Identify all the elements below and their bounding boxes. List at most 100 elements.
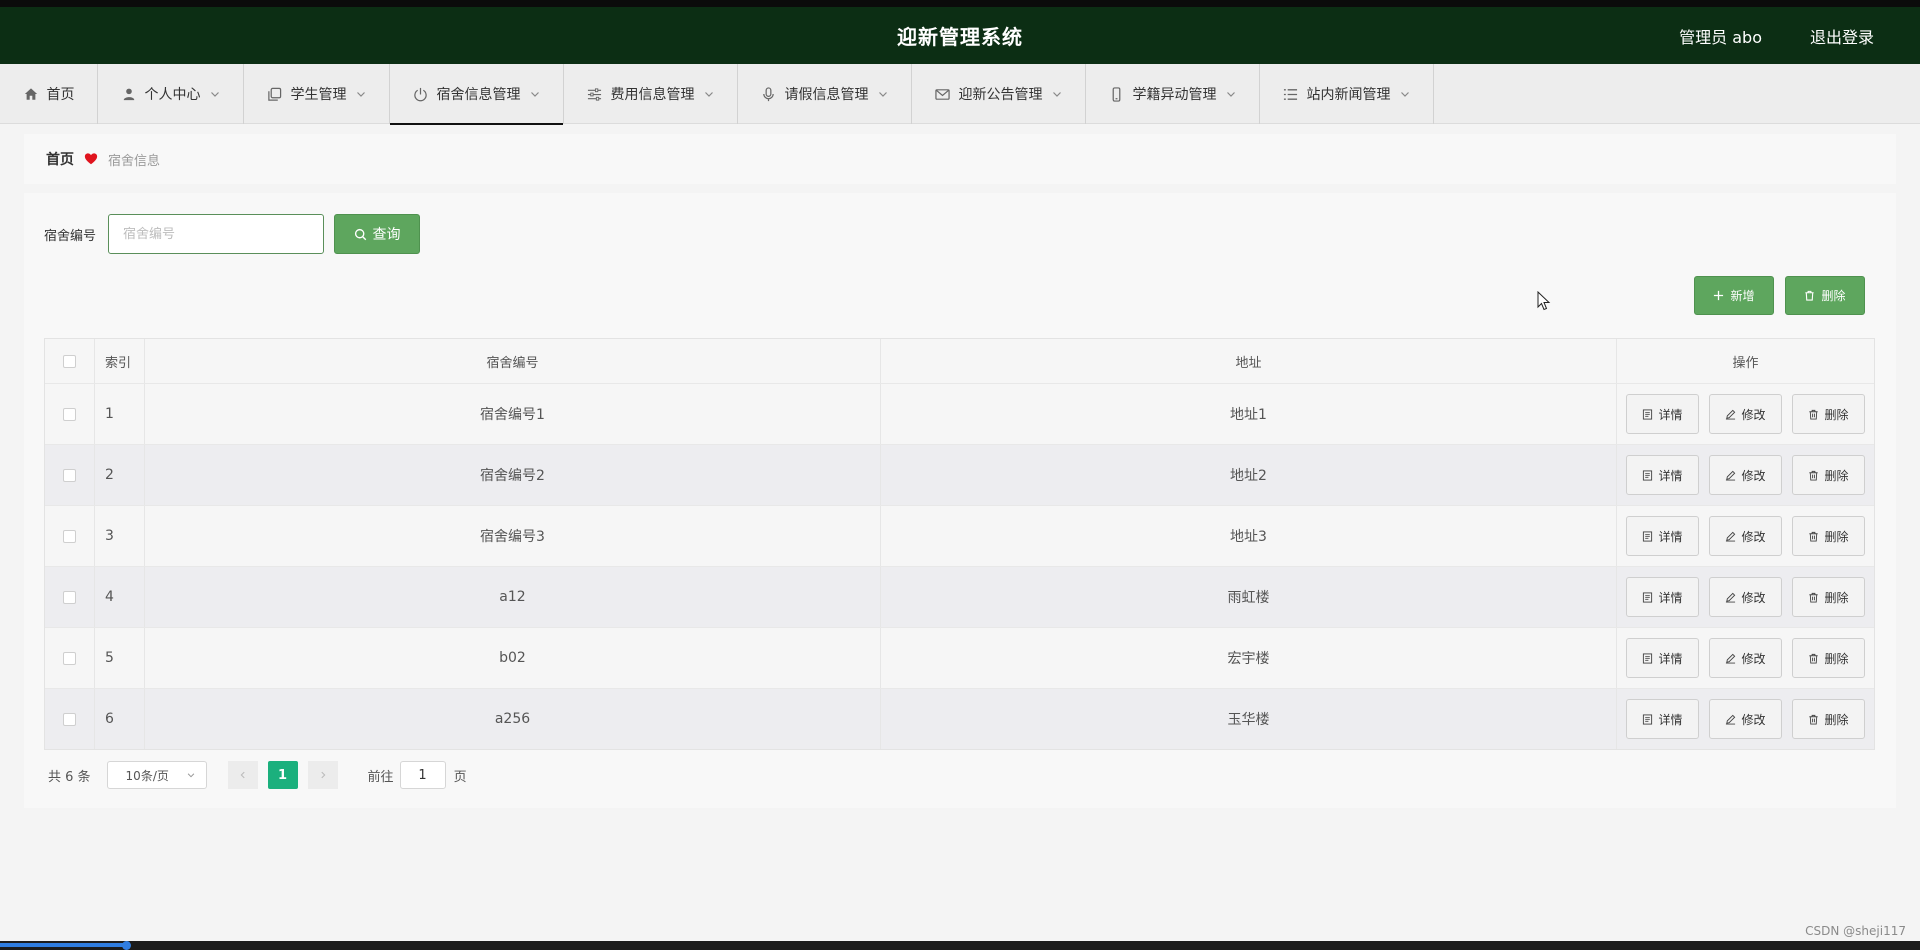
delete-button-label: 删除	[1824, 590, 1849, 605]
row-checkbox[interactable]	[63, 590, 76, 604]
nav-item-news[interactable]: 站内新闻管理	[1260, 64, 1434, 124]
delete-button[interactable]: 删除	[1792, 638, 1865, 678]
row-checkbox[interactable]	[63, 468, 76, 482]
goto-page-input[interactable]	[399, 761, 446, 789]
edit-button-label: 修改	[1741, 590, 1766, 605]
next-page-button[interactable]	[307, 761, 338, 789]
row-checkbox[interactable]	[63, 407, 76, 421]
row-address: 雨虹楼	[881, 567, 1617, 627]
row-index: 6	[95, 689, 145, 749]
column-header-ops: 操作	[1732, 355, 1759, 371]
page-number-button[interactable]: 1	[267, 761, 298, 789]
delete-button[interactable]: 删除	[1792, 699, 1865, 739]
nav-item-students[interactable]: 学生管理	[244, 64, 390, 124]
trash-icon	[1808, 653, 1819, 664]
edit-button[interactable]: 修改	[1709, 699, 1782, 739]
row-address: 地址2	[881, 445, 1617, 505]
table-row: 4 a12 雨虹楼 详情 修改 删除	[45, 566, 1874, 627]
add-button-label: 新增	[1730, 289, 1755, 303]
pencil-icon	[1725, 531, 1736, 542]
table-row: 3 宿舍编号3 地址3 详情 修改 删除	[45, 505, 1874, 566]
nav-item-label: 站内新闻管理	[1306, 87, 1391, 103]
row-checkbox[interactable]	[63, 651, 76, 665]
home-icon	[23, 86, 39, 102]
delete-button[interactable]: 删除	[1792, 577, 1865, 617]
table-row: 1 宿舍编号1 地址1 详情 修改 删除	[45, 383, 1874, 444]
detail-button[interactable]: 详情	[1626, 699, 1699, 739]
pencil-icon	[1725, 470, 1736, 481]
detail-button[interactable]: 详情	[1626, 516, 1699, 556]
edit-button-label: 修改	[1741, 651, 1766, 666]
detail-button[interactable]: 详情	[1626, 455, 1699, 495]
detail-button-label: 详情	[1658, 590, 1683, 605]
phone-icon	[1109, 86, 1125, 102]
chevron-down-icon	[1225, 88, 1237, 100]
chevron-down-icon	[1051, 88, 1063, 100]
progress-handle[interactable]	[122, 941, 131, 950]
trash-icon	[1808, 409, 1819, 420]
delete-button[interactable]: 删除	[1792, 394, 1865, 434]
add-button[interactable]: 新增	[1694, 276, 1774, 315]
column-header-number: 宿舍编号	[145, 339, 881, 383]
current-user[interactable]: 管理员 abo	[1679, 24, 1762, 48]
trash-icon	[1808, 714, 1819, 725]
nav-item-label: 迎新公告管理	[958, 87, 1043, 103]
document-icon	[1642, 591, 1653, 603]
select-all-checkbox[interactable]	[63, 354, 76, 368]
nav-item-leave[interactable]: 请假信息管理	[738, 64, 912, 124]
chevron-right-icon	[318, 770, 328, 780]
page-size-value: 10条/页	[125, 768, 169, 783]
trash-icon	[1808, 470, 1819, 481]
nav-item-label: 学籍异动管理	[1132, 87, 1217, 103]
trash-icon	[1808, 592, 1819, 603]
delete-button[interactable]: 删除	[1792, 516, 1865, 556]
table-row: 6 a256 玉华楼 详情 修改 删除	[45, 688, 1874, 749]
breadcrumb-current: 宿舍信息	[108, 153, 161, 169]
nav-item-enrollment-changes[interactable]: 学籍异动管理	[1086, 64, 1260, 124]
delete-button[interactable]: 删除	[1792, 455, 1865, 495]
chevron-down-icon	[1399, 88, 1411, 100]
page-size-select[interactable]: 10条/页	[106, 761, 207, 789]
nav-item-home[interactable]: 首页	[0, 64, 98, 124]
row-checkbox[interactable]	[63, 529, 76, 543]
video-progress-bar[interactable]	[0, 941, 1920, 950]
edit-button[interactable]: 修改	[1709, 394, 1782, 434]
plus-icon	[1713, 290, 1724, 301]
delete-button-label: 删除	[1824, 529, 1849, 544]
detail-button[interactable]: 详情	[1626, 577, 1699, 617]
batch-delete-button-label: 删除	[1821, 289, 1846, 303]
breadcrumb-home[interactable]: 首页	[46, 149, 74, 169]
table-row: 2 宿舍编号2 地址2 详情 修改 删除	[45, 444, 1874, 505]
detail-button[interactable]: 详情	[1626, 394, 1699, 434]
row-dorm-number: 宿舍编号3	[145, 506, 881, 566]
chevron-down-icon	[355, 88, 367, 100]
pencil-icon	[1725, 409, 1736, 420]
nav-item-fees[interactable]: 费用信息管理	[564, 64, 738, 124]
row-address: 地址3	[881, 506, 1617, 566]
progress-fill	[0, 943, 128, 947]
pencil-icon	[1725, 592, 1736, 603]
document-icon	[1642, 713, 1653, 725]
logout-link[interactable]: 退出登录	[1810, 24, 1874, 48]
query-button[interactable]: 查询	[334, 214, 421, 254]
nav-item-profile[interactable]: 个人中心	[98, 64, 244, 124]
edit-button[interactable]: 修改	[1709, 577, 1782, 617]
goto-prefix: 前往	[367, 769, 394, 785]
edit-button[interactable]: 修改	[1709, 455, 1782, 495]
detail-button[interactable]: 详情	[1626, 638, 1699, 678]
chevron-down-icon	[529, 88, 541, 100]
dormitory-table: 索引 宿舍编号 地址 操作 1 宿舍编号1 地址1 详情 修改 删除 2 宿舍编…	[44, 338, 1875, 750]
pencil-icon	[1725, 653, 1736, 664]
batch-delete-button[interactable]: 删除	[1785, 276, 1865, 315]
column-header-index: 索引	[95, 339, 145, 383]
search-form: 宿舍编号 查询	[44, 214, 421, 254]
nav-item-dormitory[interactable]: 宿舍信息管理	[390, 64, 564, 125]
document-icon	[1642, 652, 1653, 664]
prev-page-button[interactable]	[227, 761, 258, 789]
edit-button[interactable]: 修改	[1709, 516, 1782, 556]
edit-button[interactable]: 修改	[1709, 638, 1782, 678]
dorm-number-input[interactable]	[108, 214, 325, 254]
list-icon	[1283, 86, 1299, 102]
nav-item-announcements[interactable]: 迎新公告管理	[912, 64, 1086, 124]
row-checkbox[interactable]	[63, 712, 76, 726]
